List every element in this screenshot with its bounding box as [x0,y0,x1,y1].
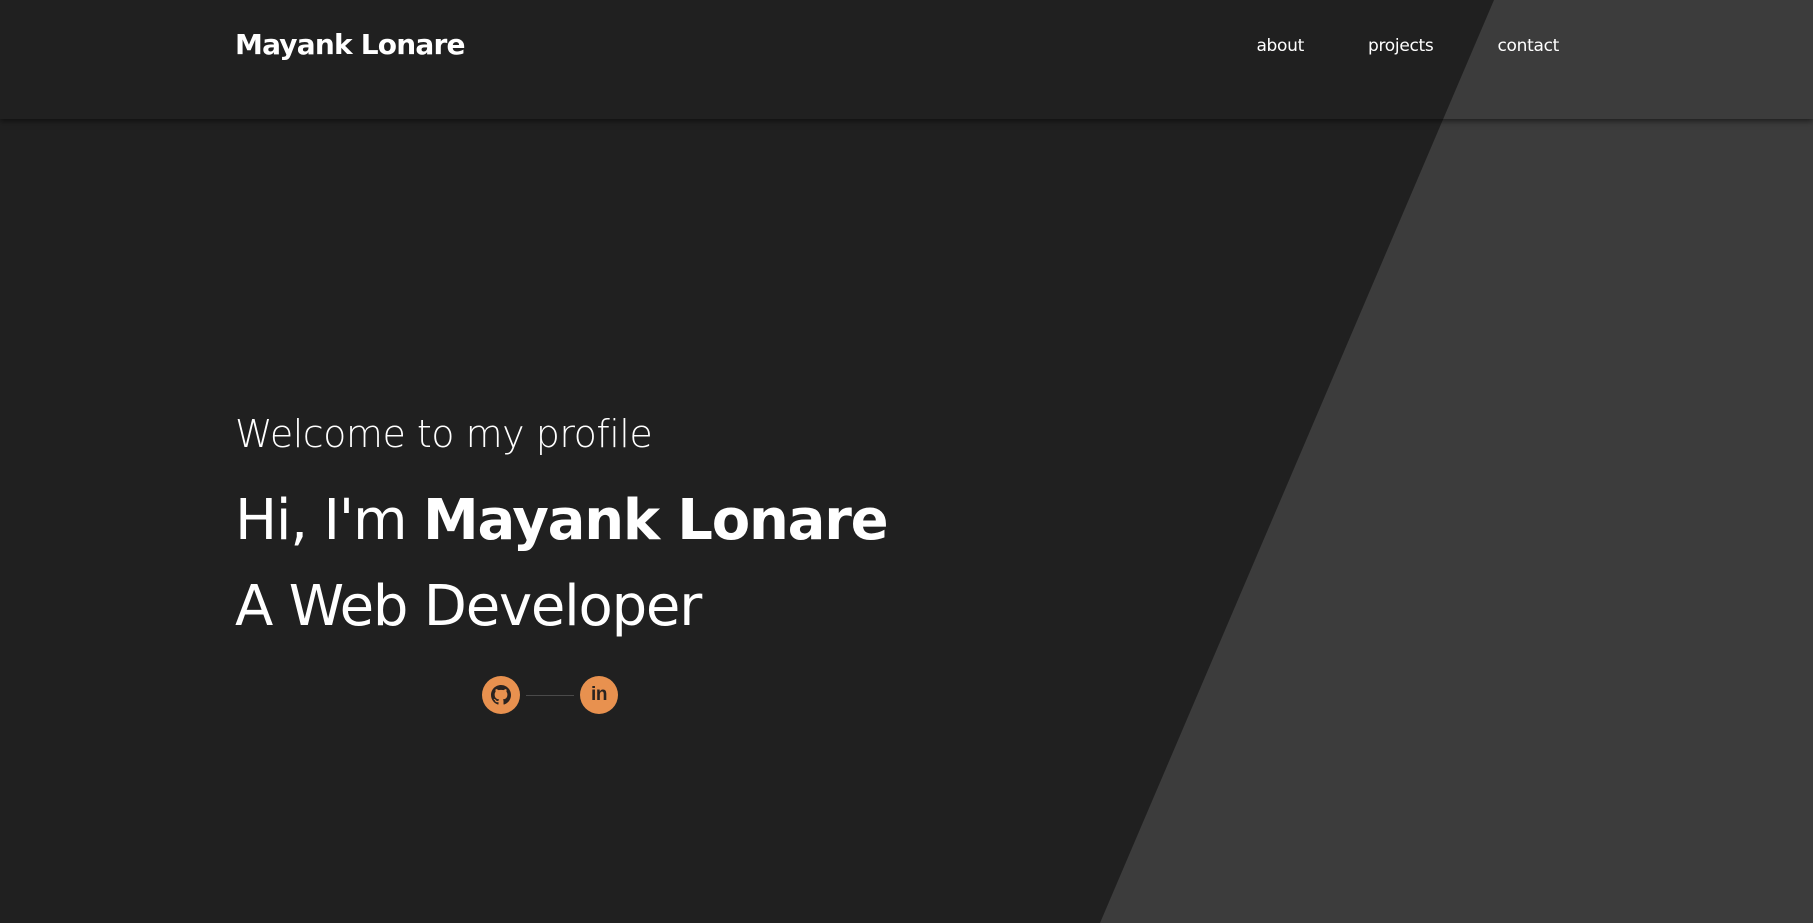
social-links: in [482,676,618,714]
nav-link-projects[interactable]: projects [1368,36,1434,56]
greeting-prefix: Hi, I'm [235,488,423,553]
nav-link-about[interactable]: about [1256,36,1304,56]
hero-section: Welcome to my profile Hi, I'm Mayank Lon… [235,412,889,639]
welcome-text: Welcome to my profile [235,412,653,456]
linkedin-icon: in [591,683,607,705]
role-heading: A Web Developer [235,574,702,639]
social-divider-line [526,694,574,696]
hero-name: Mayank Lonare [422,488,889,553]
navbar: Mayank Lonare about projects contact [0,0,1813,119]
github-icon [491,685,511,705]
nav-links: about projects contact [1192,36,1559,56]
nav-link-contact[interactable]: contact [1497,36,1559,56]
intro-heading: Hi, I'm Mayank Lonare [235,488,889,553]
page: Mayank Lonare about projects contact Wel… [0,0,1813,923]
github-button[interactable] [482,676,520,714]
brand-logo[interactable]: Mayank Lonare [235,28,465,61]
linkedin-button[interactable]: in [580,676,618,714]
